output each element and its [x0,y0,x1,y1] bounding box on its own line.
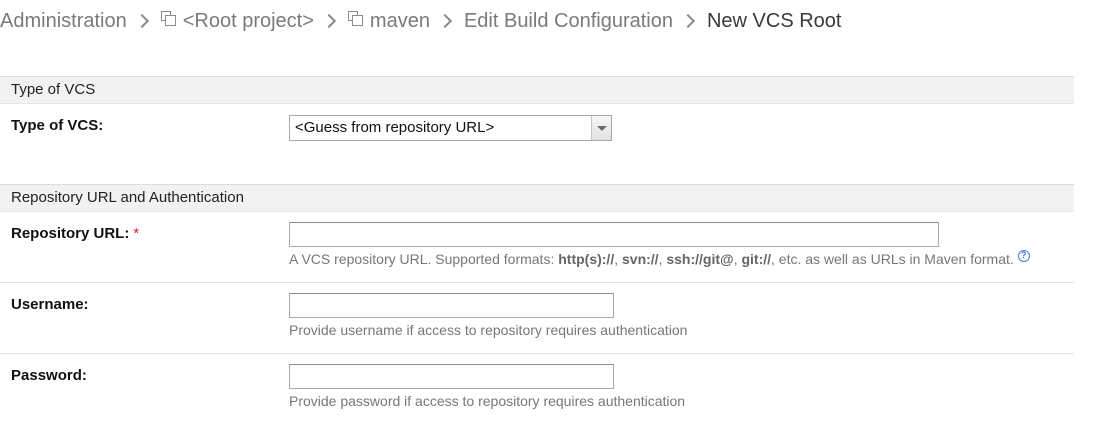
chevron-right-icon [321,13,336,29]
row-divider [0,282,1074,283]
repository-url-label-text: Repository URL: [11,225,130,242]
username-label: Username: [11,296,89,313]
project-icon [347,11,364,27]
project-icon [160,11,177,27]
breadcrumb-administration[interactable]: Administration [0,10,127,33]
breadcrumb-label: Edit Build Configuration [463,9,673,32]
repository-url-label: Repository URL: * [11,225,139,242]
chevron-down-icon[interactable] [591,116,611,140]
format-git: git:// [741,251,772,267]
format-http: http(s):// [558,251,615,267]
breadcrumb-edit-build-configuration[interactable]: Edit Build Configuration [464,10,673,33]
row-divider [0,353,1074,354]
vcs-type-select[interactable]: <Guess from repository URL> [289,115,612,141]
breadcrumb-label: <Root project> [182,9,314,32]
breadcrumb-maven[interactable]: maven [347,9,430,33]
section-header-repository: Repository URL and Authentication [0,184,1074,212]
chevron-right-icon [134,13,149,29]
type-of-vcs-label: Type of VCS: [11,117,104,134]
vcs-type-selected-value: <Guess from repository URL> [295,119,495,136]
chevron-right-icon [680,13,696,29]
breadcrumb-label: Administration [0,9,127,32]
repository-url-hint: A VCS repository URL. Supported formats:… [289,250,1030,267]
format-svn: svn:// [622,251,659,267]
password-label: Password: [11,367,87,384]
repository-url-input[interactable] [289,222,939,247]
breadcrumb-label: maven [369,9,430,32]
format-ssh: ssh://git@ [666,251,734,267]
breadcrumb: Administration <Root project> maven Edit… [0,7,841,35]
password-hint: Provide password if access to repository… [289,393,686,409]
required-asterisk: * [133,225,140,242]
section-header-type-of-vcs: Type of VCS [0,76,1074,104]
breadcrumb-label: New VCS Root [706,9,842,32]
username-hint: Provide username if access to repository… [289,322,688,338]
username-input[interactable] [289,293,614,318]
breadcrumb-root-project[interactable]: <Root project> [160,9,314,33]
chevron-right-icon [437,13,453,29]
hint-suffix: , etc. as well as URLs in Maven format. [771,251,1014,267]
help-icon[interactable]: ? [1017,250,1030,262]
hint-prefix: A VCS repository URL. Supported formats: [289,251,559,267]
breadcrumb-current-page: New VCS Root [707,10,842,33]
password-input[interactable] [289,364,614,389]
